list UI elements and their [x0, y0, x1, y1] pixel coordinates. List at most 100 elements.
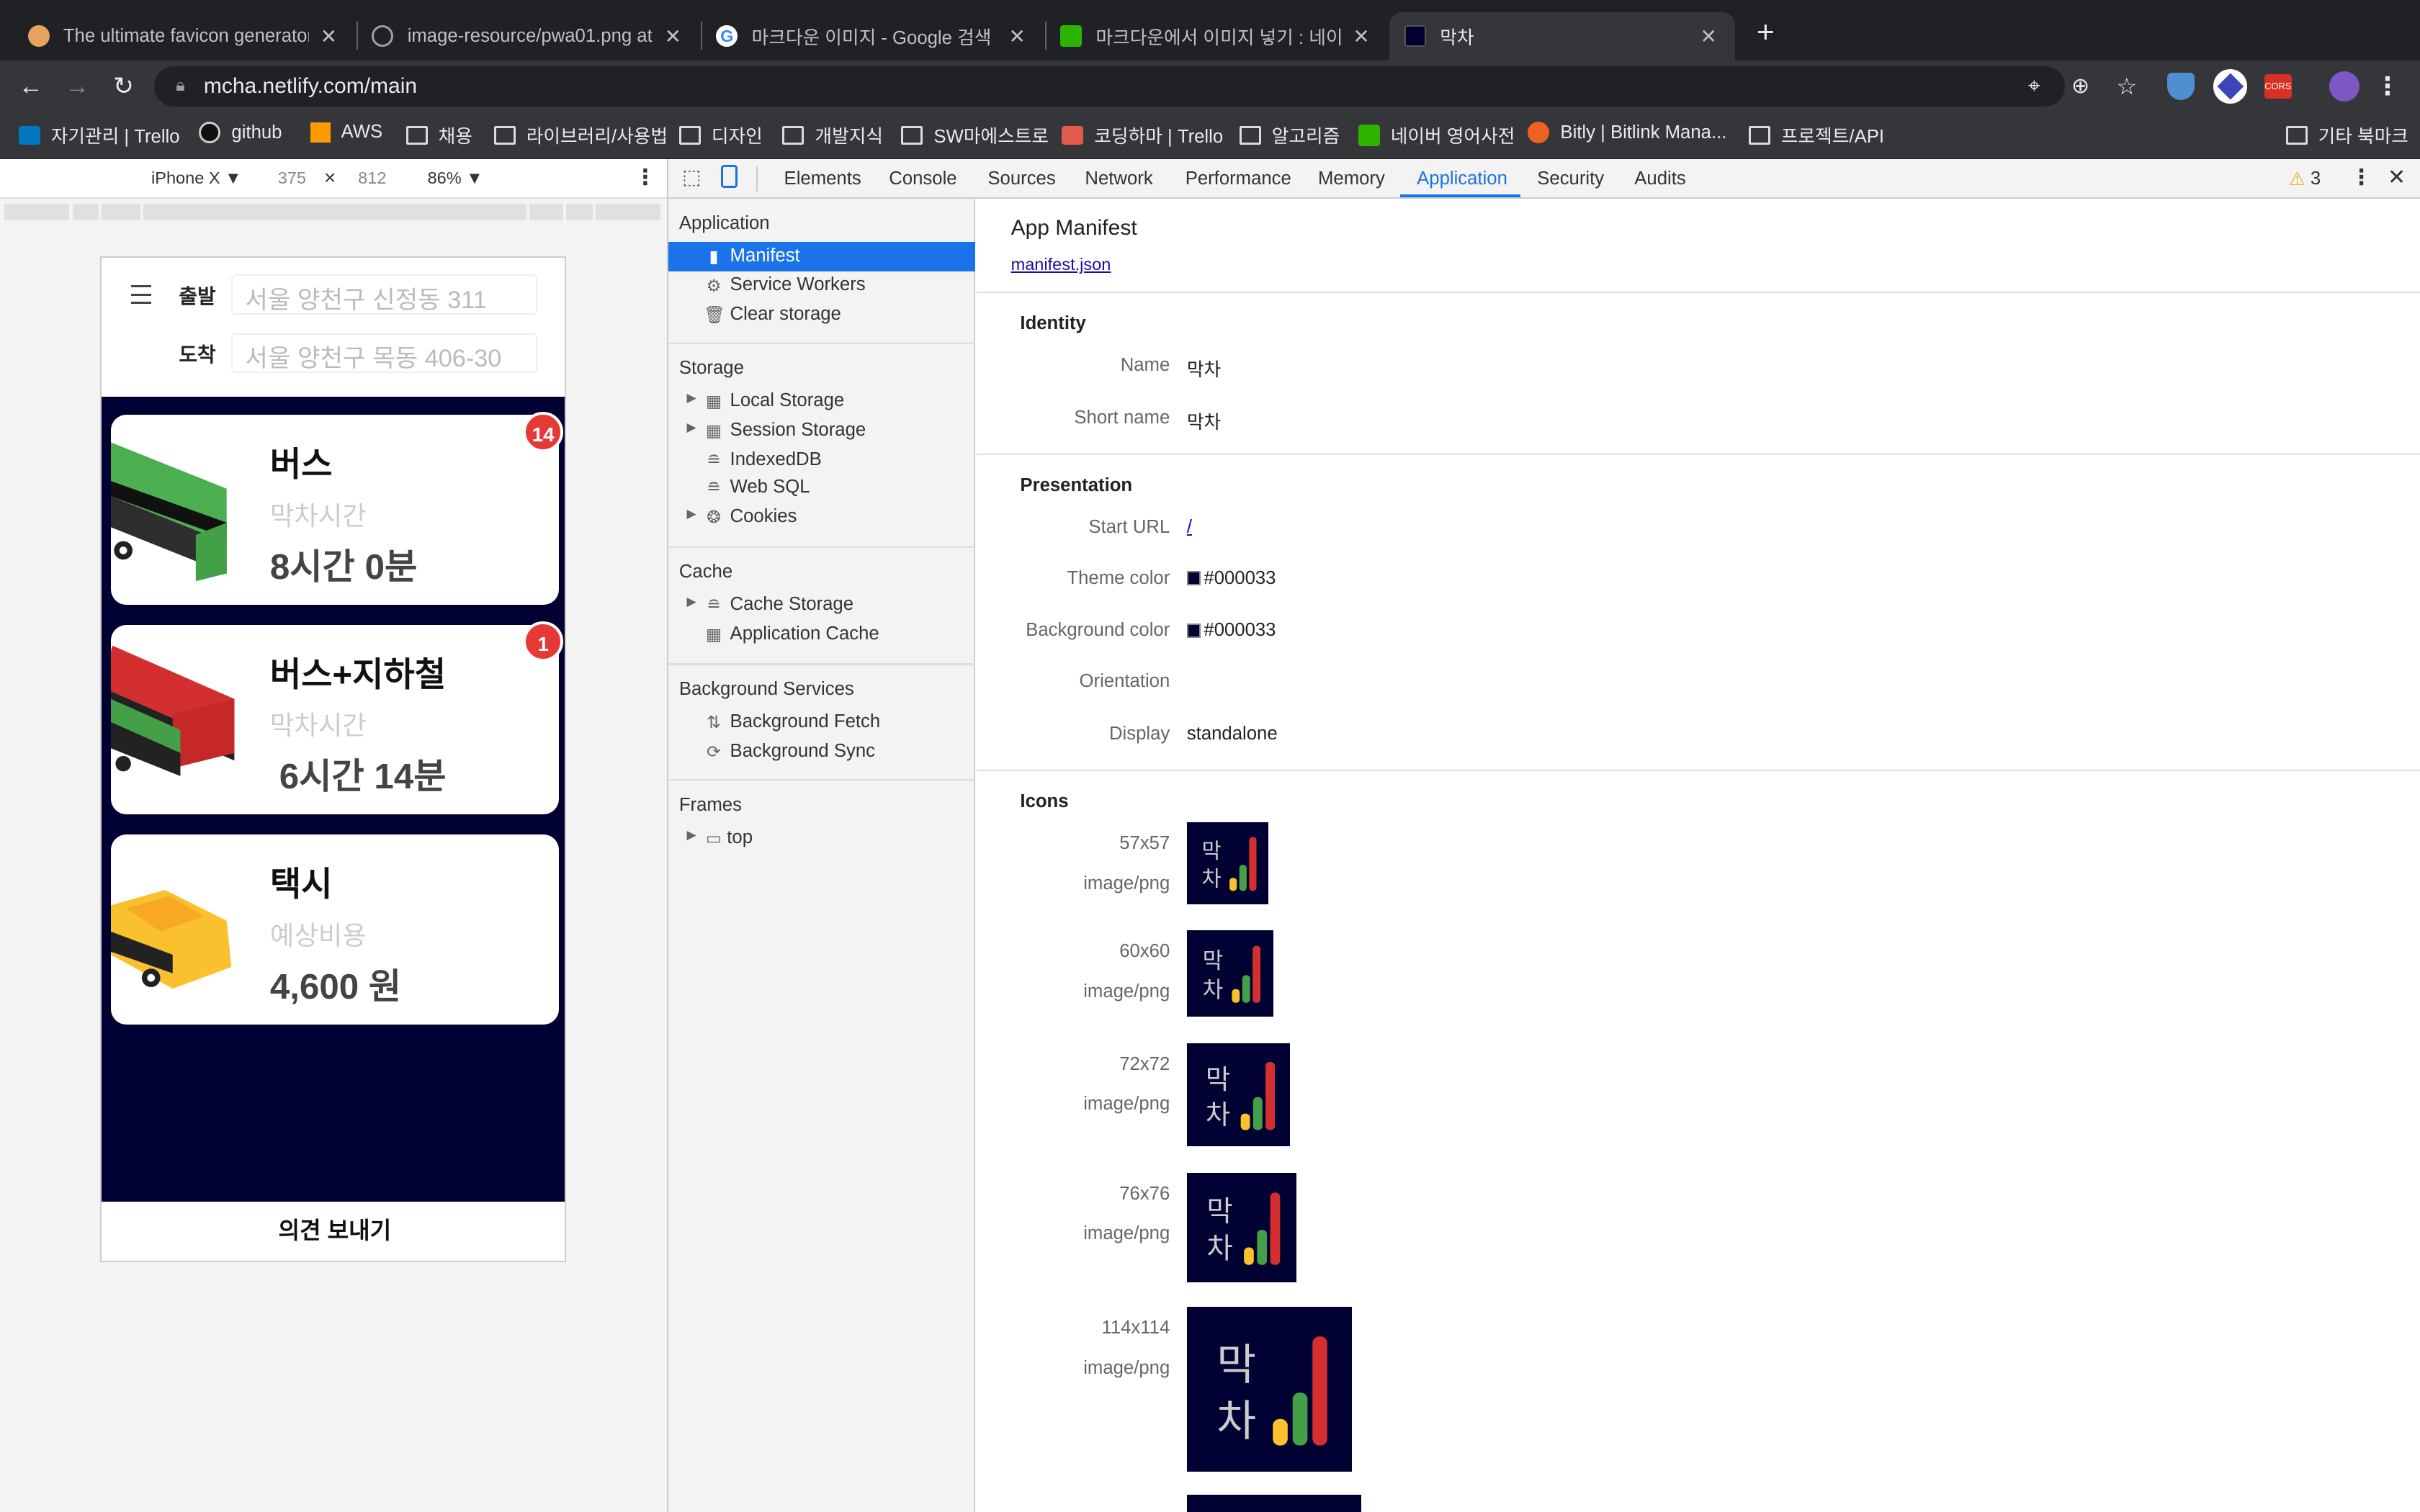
tab-sources[interactable]: Sources	[987, 168, 1055, 189]
close-tab-icon[interactable]: ✕	[1350, 24, 1372, 48]
bookmark-item[interactable]: github	[199, 122, 282, 144]
card-subtitle: 막차시간	[269, 711, 367, 741]
bookmark-item[interactable]: 코딩하마 | Trello	[1062, 122, 1223, 148]
sidebar-item-session-storage[interactable]: ▶ ▦ Session Storage	[668, 417, 975, 446]
warning-count[interactable]: 3	[2311, 168, 2321, 189]
media-query-bar[interactable]	[0, 199, 667, 225]
bookmark-item[interactable]: 네이버 영어사전	[1358, 122, 1515, 148]
reload-icon[interactable]: ↻	[108, 71, 139, 102]
icon-size: 57x57	[1119, 833, 1170, 854]
browser-tab[interactable]: 마크다운에서 이미지 넣기 : 네이버 ✕	[1045, 12, 1388, 60]
browser-tab-active[interactable]: 막차 ✕	[1389, 12, 1735, 60]
extension-circle-icon[interactable]	[2213, 69, 2247, 104]
bookmark-folder[interactable]: 채용	[405, 122, 472, 148]
chrome-menu-icon[interactable]: ⋮	[2372, 71, 2403, 102]
bookmark-item[interactable]: Bitly | Bitlink Mana...	[1528, 122, 1726, 144]
tab-network[interactable]: Network	[1085, 168, 1152, 189]
bookmark-item[interactable]: 자기관리 | Trello	[18, 122, 180, 148]
extension-shield-icon[interactable]	[2166, 72, 2195, 101]
section-identity: Identity	[1020, 312, 1086, 333]
to-input[interactable]: 서울 양천구 목동 406-30	[231, 333, 537, 374]
location-icon[interactable]: ⌖	[2019, 71, 2050, 102]
bus-card[interactable]: 버스 막차시간 8시간 0분 14	[111, 411, 563, 605]
sync-icon: ⟳	[707, 742, 721, 761]
tab-elements[interactable]: Elements	[784, 168, 861, 189]
expand-arrow-icon[interactable]: ▶	[687, 594, 696, 609]
field-label: Display	[1108, 723, 1170, 744]
github-icon	[199, 122, 221, 144]
bookmark-item[interactable]: AWS	[310, 122, 382, 143]
tab-performance[interactable]: Performance	[1186, 168, 1291, 189]
inspect-element-icon[interactable]: ⬚	[682, 165, 701, 189]
tab-security[interactable]: Security	[1537, 168, 1604, 189]
new-tab-button[interactable]: +	[1750, 15, 1781, 50]
close-tab-icon[interactable]: ✕	[1698, 24, 1719, 48]
icon-size: 76x76	[1119, 1183, 1170, 1204]
svg-text:막: 막	[1206, 1195, 1232, 1228]
bookmark-folder[interactable]: 디자인	[678, 122, 763, 148]
bookmark-folder[interactable]: SW마에스트로	[901, 122, 1049, 148]
device-toolbar-toggle-icon[interactable]	[720, 165, 738, 189]
device-width-input[interactable]: 375	[278, 168, 306, 188]
sidebar-item-cache-storage[interactable]: ▶ ≘ Cache Storage	[668, 591, 975, 621]
sidebar-item-background-fetch[interactable]: ⇅ Background Fetch	[668, 708, 975, 738]
address-bar[interactable]: 🔒︎ mcha.netlify.com/main ⌖ ⊕ ☆	[154, 66, 2137, 107]
sidebar-item-service-workers[interactable]: ⚙ Service Workers	[668, 271, 975, 301]
bookmark-folder[interactable]: 프로젝트/API	[1748, 122, 1884, 148]
bookmark-star-icon[interactable]: ☆	[2111, 71, 2142, 102]
zoom-select[interactable]: 86% ▼	[428, 168, 483, 188]
aws-icon	[310, 122, 331, 143]
device-more-icon[interactable]: ⋮	[635, 165, 656, 190]
cors-extension-icon[interactable]: CORS	[2264, 73, 2293, 99]
expand-arrow-icon[interactable]: ▶	[687, 506, 696, 521]
devtools-menu-icon[interactable]: ⋮	[2351, 165, 2372, 190]
sidebar-item-background-sync[interactable]: ⟳ Background Sync	[668, 737, 975, 767]
tab-memory[interactable]: Memory	[1318, 168, 1385, 189]
sidebar-item-local-storage[interactable]: ▶ ▦ Local Storage	[668, 387, 975, 417]
close-tab-icon[interactable]: ✕	[662, 24, 684, 48]
close-devtools-icon[interactable]: ✕	[2388, 165, 2406, 190]
tab-application[interactable]: Application	[1417, 168, 1507, 189]
bookmark-folder[interactable]: 알고리즘	[1239, 122, 1340, 148]
browser-tab[interactable]: G 마크다운 이미지 - Google 검색 ✕	[701, 12, 1044, 60]
start-url-link[interactable]: /	[1187, 517, 1192, 538]
warning-icon[interactable]: ⚠	[2289, 168, 2305, 190]
url-text[interactable]: mcha.netlify.com/main	[204, 74, 417, 99]
profile-avatar[interactable]	[2329, 71, 2360, 102]
hamburger-menu-icon[interactable]	[130, 285, 151, 304]
tab-audits[interactable]: Audits	[1634, 168, 1685, 189]
other-bookmarks-folder[interactable]: 기타 북마크	[2285, 122, 2408, 148]
expand-arrow-icon[interactable]: ▶	[687, 390, 696, 405]
taxi-card[interactable]: 택시 예상비용 4,600 원	[111, 834, 559, 1025]
sidebar-item-indexeddb[interactable]: ≘ IndexedDB	[668, 446, 975, 475]
forward-arrow-icon[interactable]: →	[62, 71, 93, 102]
naver-blog-icon	[1060, 25, 1083, 48]
folder-icon	[2285, 125, 2308, 145]
sidebar-item-manifest[interactable]: ▮ Manifest	[668, 242, 976, 272]
zoom-icon[interactable]: ⊕	[2065, 71, 2096, 102]
browser-tab[interactable]: The ultimate favicon generator ✕	[12, 12, 355, 60]
svg-text:막: 막	[1202, 948, 1223, 974]
sidebar-item-frame-top[interactable]: ▶ ▭ top	[668, 824, 975, 853]
feedback-button[interactable]: 의견 보내기	[102, 1202, 565, 1261]
device-select[interactable]: iPhone X ▼	[151, 168, 242, 188]
bookmark-folder[interactable]: 라이브러리/사용법	[493, 122, 668, 148]
browser-tab[interactable]: image-resource/pwa01.png at ✕	[357, 12, 699, 60]
manifest-link[interactable]: manifest.json	[1011, 255, 1111, 274]
sidebar-item-web-sql[interactable]: ≘ Web SQL	[668, 474, 975, 503]
bookmark-folder[interactable]: 개발지식	[782, 122, 883, 148]
expand-arrow-icon[interactable]: ▶	[687, 827, 696, 842]
tab-console[interactable]: Console	[889, 168, 956, 189]
sidebar-item-application-cache[interactable]: ▦ Application Cache	[668, 620, 975, 649]
bus-subway-card[interactable]: 버스+지하철 막차시간 6시간 14분 1	[111, 621, 563, 815]
sidebar-item-clear-storage[interactable]: 🗑︎ Clear storage	[668, 301, 975, 330]
close-tab-icon[interactable]: ✕	[318, 24, 339, 48]
icon-size: 72x72	[1119, 1053, 1170, 1074]
back-arrow-icon[interactable]: ←	[15, 71, 46, 102]
icon-size: 60x60	[1119, 941, 1170, 962]
sidebar-item-cookies[interactable]: ▶ ❂ Cookies	[668, 503, 975, 533]
close-tab-icon[interactable]: ✕	[1006, 24, 1028, 48]
expand-arrow-icon[interactable]: ▶	[687, 420, 696, 435]
device-height-input[interactable]: 812	[358, 168, 386, 188]
from-input[interactable]: 서울 양천구 신정동 311	[231, 274, 537, 315]
